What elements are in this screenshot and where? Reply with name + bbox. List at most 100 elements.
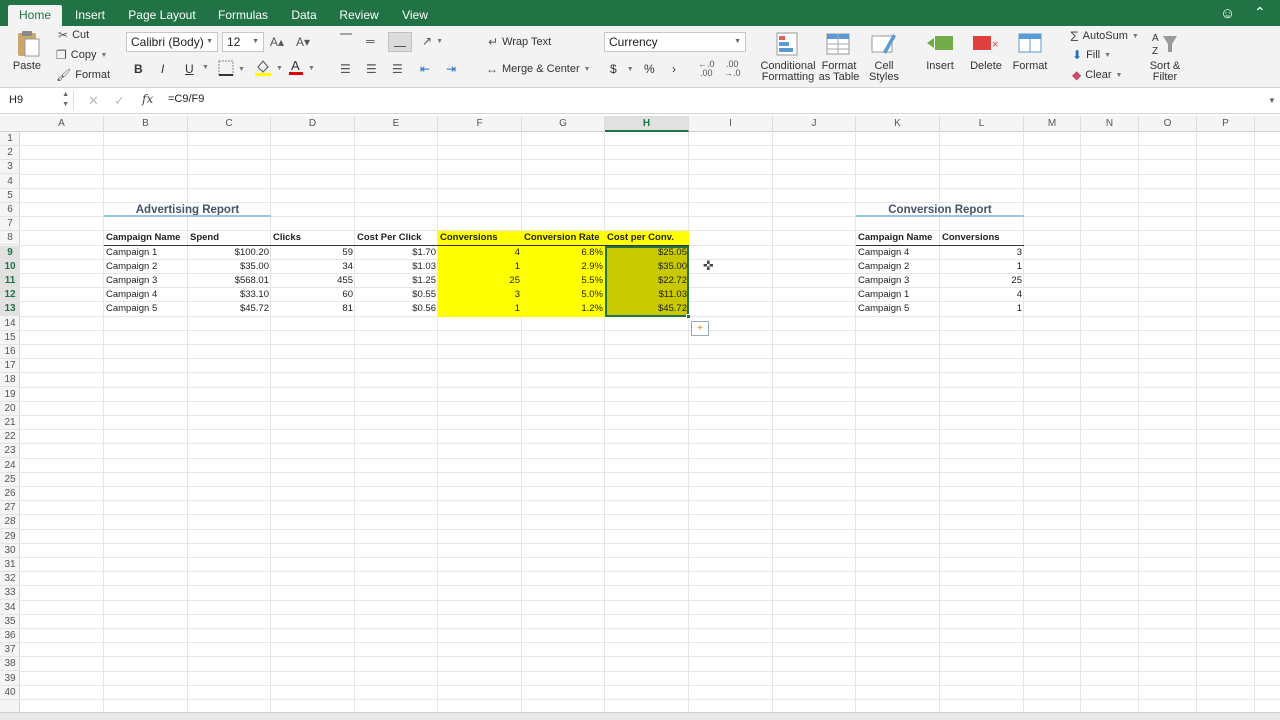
row-header-16[interactable]: 16: [0, 345, 20, 359]
column-header-cell[interactable]: Conversions: [940, 231, 1024, 245]
insert-function-button[interactable]: fx: [142, 92, 153, 106]
row-header-22[interactable]: 22: [0, 430, 20, 445]
column-header-c[interactable]: C: [188, 116, 271, 132]
italic-button[interactable]: I: [161, 62, 164, 76]
table-cell[interactable]: $1.25: [355, 274, 438, 288]
column-header-i[interactable]: I: [689, 116, 773, 132]
tab-home[interactable]: Home: [8, 5, 62, 26]
row-header-1[interactable]: 1: [0, 132, 20, 146]
row-header-9[interactable]: 9: [0, 245, 20, 260]
row-header-25[interactable]: 25: [0, 473, 20, 487]
table-cell[interactable]: 59: [271, 246, 355, 260]
row-header-29[interactable]: 29: [0, 530, 20, 544]
table-cell[interactable]: 1: [940, 302, 1024, 316]
row-header-34[interactable]: 34: [0, 601, 20, 615]
worksheet-grid[interactable]: ABCDEFGHIJKLMNOP 1 2 3 4 5 6 7 8 9 10 11 12 13 14 15 16…: [0, 116, 1280, 712]
row-header-33[interactable]: 33: [0, 586, 20, 601]
row-header-10[interactable]: 10: [0, 259, 20, 274]
row-header-35[interactable]: 35: [0, 615, 20, 629]
row-header-3[interactable]: 3: [0, 160, 20, 175]
table-cell[interactable]: $1.70: [355, 246, 438, 260]
align-center-button[interactable]: ☰: [366, 62, 377, 76]
column-header-cell[interactable]: Cost Per Click: [355, 231, 438, 245]
align-middle-button[interactable]: ═: [366, 34, 375, 48]
fill-handle[interactable]: [686, 313, 691, 319]
row-header-11[interactable]: 11: [0, 274, 20, 288]
column-header-cell[interactable]: Cost per Conv.: [605, 231, 689, 245]
increase-indent-button[interactable]: ⇥: [446, 62, 456, 76]
row-header-36[interactable]: 36: [0, 629, 20, 643]
table-cell[interactable]: Campaign 3: [856, 274, 940, 288]
column-header-o[interactable]: O: [1139, 116, 1197, 132]
align-bottom-button[interactable]: ⎽: [388, 32, 412, 52]
decrease-decimal-button[interactable]: .00 →.0: [724, 60, 741, 78]
column-header-m[interactable]: M: [1024, 116, 1081, 132]
row-header-21[interactable]: 21: [0, 416, 20, 430]
borders-button[interactable]: ▼: [218, 60, 245, 79]
row-header-13[interactable]: 13: [0, 302, 20, 317]
column-header-d[interactable]: D: [271, 116, 355, 132]
tab-view[interactable]: View: [394, 5, 436, 26]
collapse-ribbon-icon[interactable]: ⌃: [1254, 4, 1266, 21]
column-header-j[interactable]: J: [773, 116, 856, 132]
tab-data[interactable]: Data: [284, 5, 324, 26]
format-cells-button[interactable]: Format: [1008, 30, 1052, 72]
table-cell[interactable]: Campaign 5: [856, 302, 940, 316]
tab-insert[interactable]: Insert: [68, 5, 112, 26]
row-header-40[interactable]: 40: [0, 686, 20, 700]
table-cell[interactable]: 34: [271, 260, 355, 274]
table-cell[interactable]: Campaign 1: [104, 246, 188, 260]
row-header-24[interactable]: 24: [0, 459, 20, 473]
table-cell[interactable]: $33.10: [188, 288, 271, 302]
delete-cells-button[interactable]: × Delete: [964, 30, 1008, 72]
row-header-26[interactable]: 26: [0, 487, 20, 501]
column-header-b[interactable]: B: [104, 116, 188, 132]
table-cell[interactable]: $0.56: [355, 302, 438, 316]
merge-center-button[interactable]: ↔ Merge & Center ▼: [486, 62, 591, 76]
tab-formulas[interactable]: Formulas: [212, 5, 274, 26]
align-left-button[interactable]: ☰: [340, 62, 351, 76]
increase-decimal-button[interactable]: ←.0.00: [698, 60, 715, 78]
row-header-23[interactable]: 23: [0, 444, 20, 459]
table-cell[interactable]: $568.01: [188, 274, 271, 288]
cell-area[interactable]: Advertising Report Campaign Name Spend Clic…: [20, 132, 1280, 712]
format-as-table-button[interactable]: Format as Table: [816, 30, 862, 83]
table-cell[interactable]: 60: [271, 288, 355, 302]
column-header-cell[interactable]: Campaign Name: [104, 231, 188, 245]
table-cell[interactable]: 3: [438, 288, 522, 302]
row-header-38[interactable]: 38: [0, 657, 20, 672]
table-cell[interactable]: 6.8%: [522, 246, 605, 260]
column-header-cell[interactable]: Conversion Rate: [522, 231, 605, 245]
row-header-30[interactable]: 30: [0, 544, 20, 558]
table-cell[interactable]: Campaign 4: [856, 246, 940, 260]
table-cell[interactable]: Campaign 3: [104, 274, 188, 288]
column-header-n[interactable]: N: [1081, 116, 1139, 132]
bold-button[interactable]: B: [134, 62, 143, 76]
row-header-15[interactable]: 15: [0, 331, 20, 345]
cancel-icon[interactable]: ✕: [88, 93, 99, 109]
table-cell[interactable]: 1: [438, 260, 522, 274]
row-header-27[interactable]: 27: [0, 501, 20, 516]
font-color-button[interactable]: A ▼: [288, 58, 315, 79]
table-cell[interactable]: Campaign 5: [104, 302, 188, 316]
column-header-k[interactable]: K: [856, 116, 940, 132]
table-cell[interactable]: 455: [271, 274, 355, 288]
formula-input[interactable]: =C9/F9: [168, 93, 204, 105]
wrap-text-button[interactable]: ↵ Wrap Text: [488, 35, 551, 49]
align-right-button[interactable]: ☰: [392, 62, 403, 76]
row-header-37[interactable]: 37: [0, 643, 20, 658]
fill-color-button[interactable]: ▼: [254, 58, 283, 79]
insert-cells-button[interactable]: Insert: [918, 30, 962, 72]
table-cell[interactable]: Campaign 1: [856, 288, 940, 302]
table-cell[interactable]: 2.9%: [522, 260, 605, 274]
cell-styles-button[interactable]: Cell Styles: [864, 30, 904, 83]
decrease-font-button[interactable]: A▾: [296, 35, 310, 49]
column-header-a[interactable]: A: [20, 116, 104, 132]
underline-button[interactable]: U: [185, 62, 194, 76]
sort-filter-button[interactable]: AZ Sort & Filter: [1142, 30, 1188, 83]
column-header-g[interactable]: G: [522, 116, 605, 132]
row-header-7[interactable]: 7: [0, 217, 20, 232]
row-header-2[interactable]: 2: [0, 146, 20, 161]
align-top-button[interactable]: ⎺: [340, 32, 352, 47]
conditional-formatting-button[interactable]: Conditional Formatting: [760, 30, 816, 83]
